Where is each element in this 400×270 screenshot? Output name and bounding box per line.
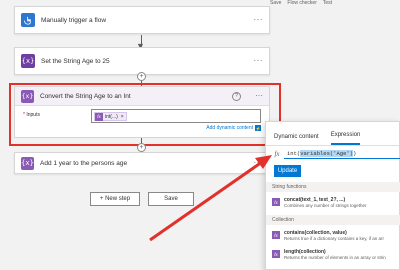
add-year-title: Add 1 year to the persons age	[40, 159, 128, 167]
more-options-icon[interactable]: ···	[254, 158, 264, 167]
function-item-contains[interactable]: fx contains(collection, value) Returns t…	[266, 228, 400, 246]
insert-step-icon[interactable]: +	[137, 143, 146, 152]
top-command-bar: Save Flow checker Test	[270, 0, 400, 6]
tab-expression[interactable]: Expression	[330, 132, 361, 145]
function-desc: Returns the number of elements in an arr…	[284, 255, 386, 260]
dynamic-content-panel: Dynamic content Expression fx int(variab…	[265, 121, 400, 270]
more-options-icon[interactable]: ···	[254, 56, 264, 65]
expression-input[interactable]: int(variables('Age'))	[284, 149, 400, 159]
more-options-icon[interactable]: ···	[254, 15, 264, 24]
function-item-length[interactable]: fx length(collection) Returns the number…	[266, 247, 400, 265]
trigger-card[interactable]: Manually trigger a flow ···	[14, 6, 270, 34]
tab-dynamic-content[interactable]: Dynamic content	[274, 134, 319, 145]
collection-header: Collection	[266, 215, 400, 225]
function-icon: fx	[272, 250, 280, 258]
function-desc: Returns true if a dictionary contains a …	[284, 236, 384, 241]
expression-selection: variables('Age')	[300, 150, 354, 157]
expression-suffix: )	[353, 150, 357, 157]
insert-step-icon[interactable]: +	[137, 72, 146, 81]
variable-icon: {x}	[21, 54, 35, 68]
add-year-card[interactable]: {x} Add 1 year to the persons age ···	[14, 152, 270, 174]
variable-icon: {x}	[21, 156, 34, 170]
save-command[interactable]: Save	[270, 0, 281, 6]
function-item-concat[interactable]: fx concat(text_1, text_2?, ...) Combines…	[266, 195, 400, 213]
update-button[interactable]: Update	[274, 165, 301, 177]
expression-prefix: int(	[287, 150, 301, 157]
save-button[interactable]: Save	[148, 192, 194, 206]
set-variable-title: Set the String Age to 25	[41, 57, 110, 65]
function-icon: fx	[274, 150, 280, 158]
function-icon: fx	[272, 198, 280, 206]
string-functions-header: String functions	[266, 182, 400, 192]
test-command[interactable]: Test	[323, 0, 332, 6]
trigger-title: Manually trigger a flow	[41, 16, 107, 24]
highlight-box	[9, 83, 281, 146]
function-desc: Combines any number of strings together	[284, 203, 367, 208]
function-icon: fx	[272, 231, 280, 239]
set-variable-card[interactable]: {x} Set the String Age to 25 ···	[14, 47, 270, 75]
hand-tap-icon	[21, 13, 35, 27]
expression-row: fx int(variables('Age'))	[270, 148, 400, 160]
panel-tabs: Dynamic content Expression	[266, 122, 399, 146]
flow-checker-command[interactable]: Flow checker	[287, 0, 316, 6]
new-step-button[interactable]: + New step	[90, 192, 140, 206]
